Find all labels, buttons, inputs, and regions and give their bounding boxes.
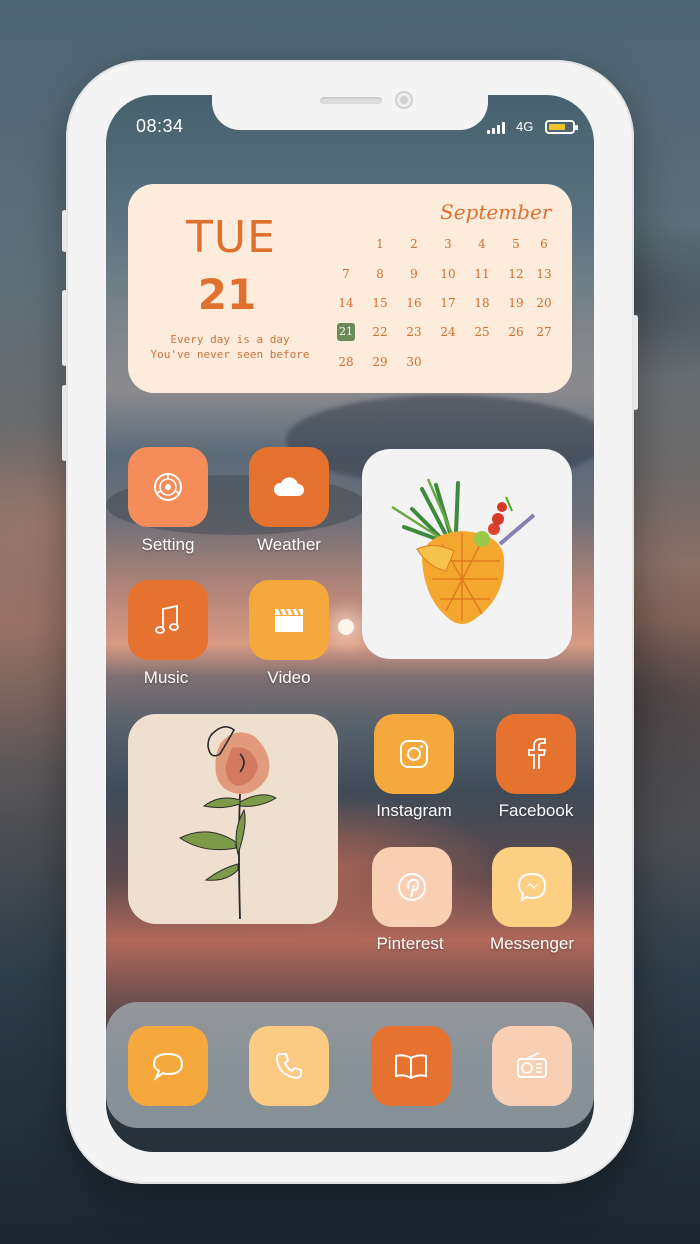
calendar-day-cell: 11 <box>474 267 490 281</box>
setting-app-label: Setting <box>141 535 195 554</box>
calendar-day-cell: 2 <box>410 237 418 251</box>
calendar-day-cell: 10 <box>440 267 456 281</box>
calendar-day-cell: 7 <box>342 267 350 281</box>
volume-down-button <box>62 385 67 461</box>
pinterest-app-button[interactable] <box>372 847 452 927</box>
setting-app-button[interactable] <box>128 447 208 527</box>
calendar-day-cell: 3 <box>444 237 452 251</box>
gear-icon <box>154 473 182 501</box>
calendar-day-cell: 6 <box>540 237 548 251</box>
clapperboard-icon <box>275 608 303 632</box>
calendar-quote-line1: Every day is a day <box>170 333 290 346</box>
network-type: 4G <box>516 119 534 134</box>
calendar-day-cell: 20 <box>536 296 552 310</box>
weather-app-button[interactable] <box>249 447 329 527</box>
pinterest-app-label: Pinterest <box>376 934 444 953</box>
radio-icon <box>517 1052 547 1078</box>
facebook-app-button[interactable] <box>496 714 576 794</box>
calendar-day-cell: 12 <box>508 267 524 281</box>
messages-dock-button[interactable] <box>128 1026 208 1106</box>
calendar-day-cell: 17 <box>440 296 456 310</box>
calendar-day-cell: 19 <box>508 296 524 310</box>
volume-up-button <box>62 290 67 366</box>
status-time: 08:34 <box>136 116 184 136</box>
calendar-quote: Every day is a day You've never seen bef… <box>150 332 310 362</box>
calendar-day: 21 <box>197 270 257 319</box>
books-dock-button[interactable] <box>371 1026 451 1106</box>
drink-photo-widget[interactable] <box>362 449 572 659</box>
front-camera <box>395 91 413 109</box>
calendar-day-cell: 16 <box>406 296 422 310</box>
chat-bubble-icon <box>152 1052 184 1081</box>
phone-dock-button[interactable] <box>249 1026 329 1106</box>
calendar-day-cell: 26 <box>508 325 524 339</box>
calendar-day-cell: 9 <box>410 267 418 281</box>
facebook-icon <box>528 738 547 769</box>
calendar-day-cell: 22 <box>372 325 388 339</box>
calendar-day-cell: 15 <box>372 296 388 310</box>
mute-switch <box>62 210 67 252</box>
calendar-today-cell: 21 <box>337 323 355 341</box>
power-button <box>633 315 638 410</box>
speaker <box>320 97 382 104</box>
instagram-app-label: Instagram <box>376 801 452 820</box>
phone-icon <box>275 1053 302 1080</box>
pineapple-drink-illustration <box>391 478 536 624</box>
instagram-app-button[interactable] <box>374 714 454 794</box>
book-icon <box>395 1054 427 1080</box>
calendar-day-cell: 29 <box>372 355 388 369</box>
calendar-day-cell: 13 <box>536 267 552 281</box>
music-app-label: Music <box>143 668 189 687</box>
calendar-quote-line2: You've never seen before <box>150 348 310 361</box>
cloud-icon <box>273 477 304 496</box>
weather-app-label: Weather <box>257 535 321 554</box>
calendar-day-cell: 14 <box>338 296 354 310</box>
calendar-day-cell: 8 <box>376 267 384 281</box>
facebook-app-label: Facebook <box>498 801 574 820</box>
rose-line-art <box>179 726 277 920</box>
video-app-label: Video <box>267 668 311 687</box>
video-app-button[interactable] <box>249 580 329 660</box>
instagram-icon <box>400 740 428 768</box>
calendar-day-cell: 27 <box>536 325 552 339</box>
calendar-day-cell: 30 <box>406 355 422 369</box>
calendar-day-cell: 24 <box>440 325 456 339</box>
calendar-day-cell: 18 <box>474 296 490 310</box>
battery-icon <box>545 120 578 134</box>
calendar-day-cell: 23 <box>406 325 422 339</box>
pinterest-icon <box>398 873 426 901</box>
calendar-day-cell: 28 <box>338 355 354 369</box>
radio-dock-button[interactable] <box>492 1026 572 1106</box>
calendar-day-cell: 25 <box>474 325 490 339</box>
calendar-day-cell: 1 <box>376 237 384 251</box>
music-note-icon <box>155 604 179 634</box>
calendar-day-cell: 4 <box>478 237 486 251</box>
music-app-button[interactable] <box>128 580 208 660</box>
messenger-app-button[interactable] <box>492 847 572 927</box>
calendar-month: September <box>440 200 552 224</box>
rose-photo-widget[interactable] <box>128 714 338 924</box>
signal-icon <box>487 122 505 134</box>
calendar-weekday: TUE <box>186 212 276 263</box>
messenger-app-label: Messenger <box>489 934 575 953</box>
calendar-day-cell: 5 <box>512 237 520 251</box>
messenger-icon <box>517 872 547 902</box>
notch <box>212 90 488 130</box>
